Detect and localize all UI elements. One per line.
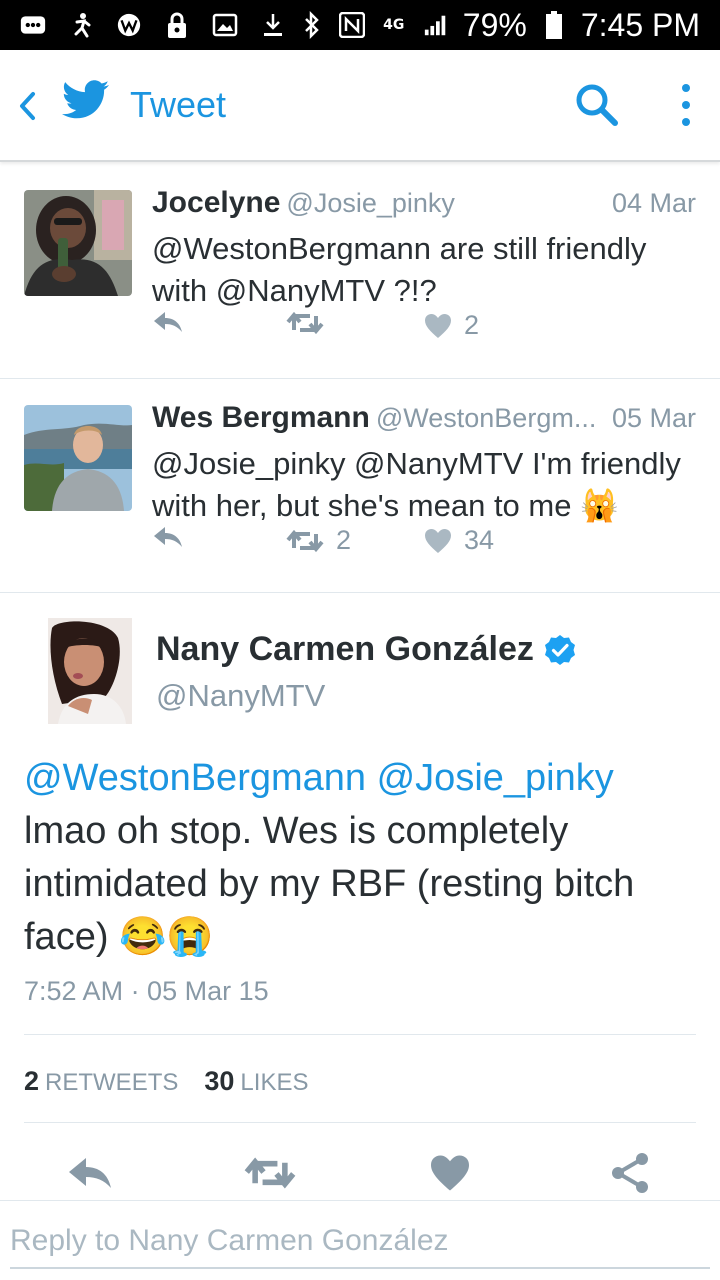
avatar[interactable]: [48, 618, 132, 724]
reply-button[interactable]: [152, 525, 184, 549]
focused-tweet-actions: [0, 1148, 720, 1198]
network-icon: 4G: [379, 12, 409, 38]
author-handle[interactable]: @WestonBergm...: [376, 403, 596, 433]
reply-button[interactable]: [64, 1148, 116, 1198]
tweet-actions: 2: [152, 310, 552, 346]
chevron-left-icon: [20, 92, 35, 120]
retweet-count: 2: [336, 525, 352, 555]
page-title: Tweet: [130, 84, 227, 125]
status-bar: 4G 79% 7:45 PM: [0, 0, 720, 50]
retweet-count: 2: [24, 1066, 40, 1096]
focused-author-name[interactable]: Nany Carmen González: [156, 630, 576, 669]
divider: [24, 1122, 696, 1123]
tweet-text: @Josie_pinky @NanyMTV I'm friendly with …: [152, 446, 681, 523]
reply-composer: [0, 1200, 720, 1280]
reply-button[interactable]: [152, 310, 184, 334]
reply-icon: [154, 527, 182, 547]
heart-icon: [425, 528, 451, 553]
avatar[interactable]: [24, 405, 132, 511]
reply-input[interactable]: [10, 1215, 710, 1269]
reply-tweet[interactable]: Wes Bergmann @WestonBergm... 05 Mar @Josi…: [0, 379, 720, 593]
download-icon: [260, 12, 286, 38]
dot-icon: [682, 118, 690, 126]
reply-tweet[interactable]: Jocelyne @Josie_pinky 04 Mar @WestonBergm…: [0, 164, 720, 379]
tweet-header: Jocelyne @Josie_pinky 04 Mar: [152, 186, 696, 226]
signal-icon: [423, 12, 449, 38]
tweet-date: 05 Mar: [605, 403, 696, 434]
battery-icon: [541, 11, 567, 39]
share-button[interactable]: [604, 1148, 656, 1198]
tweet-header: Wes Bergmann @WestonBergm... 05 Mar: [152, 401, 696, 441]
likes-label: LIKES: [240, 1069, 309, 1096]
bluetooth-icon: [299, 11, 325, 39]
lock-icon: [164, 12, 190, 38]
retweet-button[interactable]: [286, 310, 324, 336]
clock: 7:45 PM: [580, 6, 700, 43]
mention-link[interactable]: @Josie_pinky: [377, 757, 614, 799]
like-count: 34: [464, 525, 495, 555]
like-button[interactable]: [424, 1148, 476, 1198]
network-label: 4G: [383, 17, 405, 33]
mention-link[interactable]: @WestonBergmann: [24, 757, 366, 799]
tweet-actions: 2 34: [152, 525, 552, 561]
tweet-stats: 2 RETWEETS 30 LIKES: [24, 1066, 308, 1097]
verified-badge-icon: [544, 634, 575, 665]
tweet-body: lmao oh stop. Wes is completely intimida…: [24, 810, 635, 958]
divider: [24, 1034, 696, 1035]
author-name[interactable]: Jocelyne: [152, 186, 280, 219]
activity-icon: [68, 12, 94, 38]
heart-icon: [431, 1155, 469, 1191]
retweets-label: RETWEETS: [45, 1069, 179, 1096]
dot-icon: [682, 101, 690, 109]
image-icon: [212, 12, 238, 38]
author-name[interactable]: Wes Bergmann: [152, 401, 370, 434]
tweet-date: 04 Mar: [605, 188, 696, 219]
retweet-button[interactable]: [244, 1148, 296, 1198]
twitter-bird-icon: [62, 80, 110, 122]
more-options-button[interactable]: [672, 80, 700, 130]
author-name: Nany Carmen González: [156, 630, 534, 668]
reply-icon: [154, 312, 182, 332]
like-count: 30: [204, 1066, 235, 1096]
nfc-icon: [338, 12, 365, 38]
retweets-stat[interactable]: 2 RETWEETS: [24, 1066, 178, 1097]
share-icon: [612, 1153, 648, 1193]
chat-notification-icon: [20, 12, 46, 38]
reply-icon: [69, 1158, 111, 1188]
search-button[interactable]: [574, 82, 620, 128]
focused-author-handle[interactable]: @NanyMTV: [156, 678, 325, 714]
search-icon: [576, 84, 618, 126]
battery-percent: 79%: [462, 6, 527, 43]
app-header: Tweet: [0, 50, 720, 162]
likes-stat[interactable]: 30 LIKES: [204, 1066, 308, 1097]
back-button[interactable]: [12, 86, 42, 126]
retweet-icon: [286, 311, 324, 335]
like-button[interactable]: 2: [424, 310, 479, 341]
retweet-icon: [286, 529, 324, 552]
retweet-button[interactable]: 2: [286, 525, 351, 556]
tweet-timestamp: 7:52 AM · 05 Mar 15: [24, 976, 269, 1006]
author-handle[interactable]: @Josie_pinky: [286, 188, 455, 218]
focused-tweet-text: @WestonBergmann @Josie_pinky lmao oh sto…: [24, 752, 704, 964]
like-button[interactable]: 34: [424, 525, 494, 556]
dot-icon: [682, 84, 690, 92]
like-count: 2: [464, 310, 480, 340]
tweet-text: @WestonBergmann are still friendly with …: [152, 231, 647, 308]
heart-icon: [425, 313, 451, 338]
avatar[interactable]: [24, 190, 132, 296]
retweet-icon: [244, 1157, 296, 1189]
w-app-icon: [116, 12, 142, 38]
